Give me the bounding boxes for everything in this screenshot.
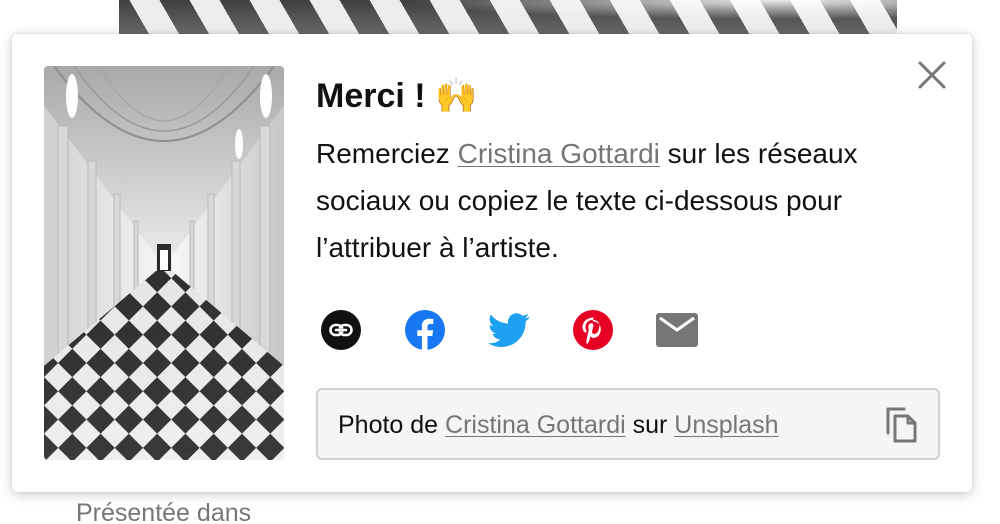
attribution-artist-link[interactable]: Cristina Gottardi (445, 411, 626, 439)
thank-artist-description: Remerciez Cristina Gottardi sur les rése… (316, 138, 858, 263)
background-photo (119, 0, 897, 34)
attribution-text[interactable]: Photo de Cristina Gottardi sur Unsplash (338, 408, 779, 442)
share-buttons (320, 308, 698, 352)
thank-you-modal: Merci ! 🙌 Remerciez Cristina Gottardi su… (12, 34, 972, 492)
facebook-icon[interactable] (404, 309, 446, 351)
modal-title: Merci ! 🙌 (316, 76, 477, 116)
twitter-icon[interactable] (488, 309, 530, 351)
artist-link[interactable]: Cristina Gottardi (458, 138, 660, 169)
featured-in-label: Présentée dans (76, 499, 252, 524)
raised-hands-emoji: 🙌 (435, 77, 478, 115)
link-icon[interactable] (320, 309, 362, 351)
title-text: Merci ! (316, 77, 426, 115)
pinterest-icon[interactable] (572, 309, 614, 351)
photo-thumbnail (44, 66, 284, 460)
close-icon[interactable] (917, 60, 947, 90)
attribution-box: Photo de Cristina Gottardi sur Unsplash (316, 388, 940, 460)
unsplash-link[interactable]: Unsplash (674, 411, 778, 439)
copy-icon[interactable] (884, 406, 920, 444)
email-icon[interactable] (656, 309, 698, 351)
